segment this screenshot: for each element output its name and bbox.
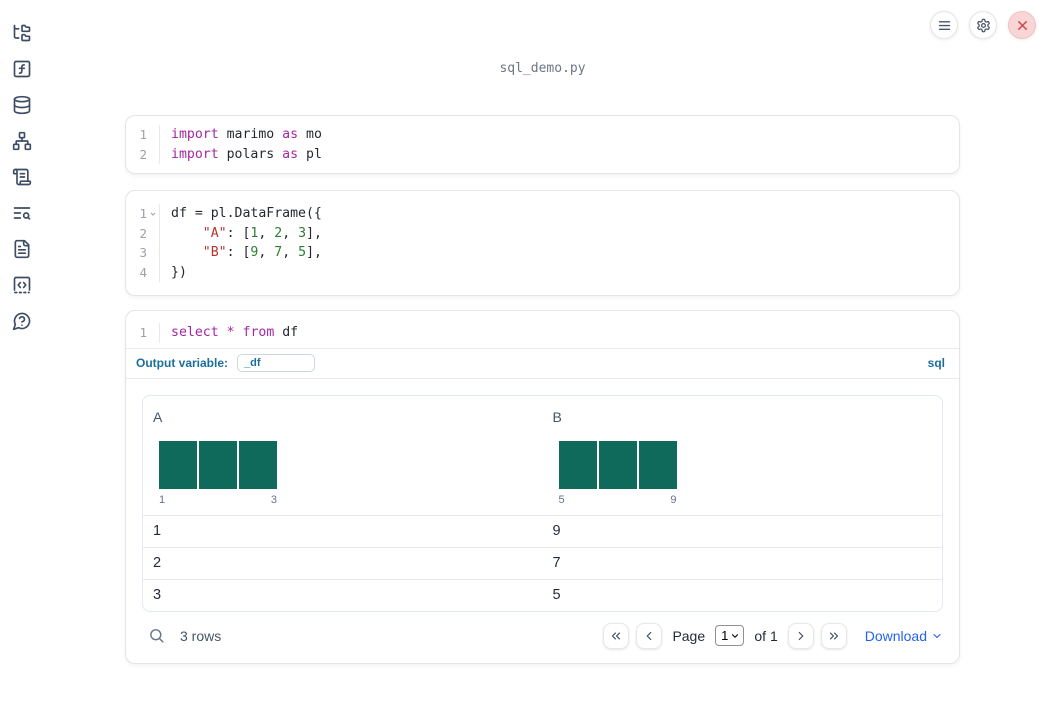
first-page-button[interactable] [603,622,630,649]
histogram-bar[interactable] [239,440,277,489]
sql-cell-footer: Output variable: _df sql [126,347,959,379]
table-cell: 9 [552,522,561,539]
page-label: Page [672,627,706,644]
histogram-bar[interactable] [159,440,197,489]
code-cell-dataframe[interactable]: 1 df = pl.DataFrame({2 "A": [1, 2, 3], 3 "… [125,190,960,296]
histogram-bar[interactable] [638,440,677,489]
table-footer: 3 rows Page 1 of 1 Download [142,612,943,663]
code-line[interactable]: 4}) [126,262,959,282]
code-line[interactable]: 2 "A": [1, 2, 3], [126,223,959,243]
cell-output: A13B59 192735 3 rows Page 1 of 1 Downloa… [126,379,959,663]
code-cell-imports[interactable]: 1 import marimo as mo 2 import polars as pl [125,115,960,174]
gear-icon [976,18,991,33]
previous-page-button[interactable] [636,622,663,649]
column-header[interactable]: A [153,409,543,425]
row-count: 3 rows [180,627,222,644]
column-header[interactable]: B [553,409,943,425]
file-tree-icon[interactable] [12,23,32,43]
chevrons-left-icon [609,629,623,643]
dependency-graph-icon[interactable] [12,131,32,151]
output-variable-label: Output variable: [136,355,229,370]
page-select-value: 1 [721,628,729,643]
line-number-gutter: 1 [126,125,160,145]
code-line[interactable]: 1 df = pl.DataFrame({ [126,204,959,224]
search-icon[interactable] [148,627,165,644]
histogram-bar[interactable] [558,440,597,489]
last-page-button[interactable] [820,622,847,649]
chevron-down-icon [730,631,740,641]
code-line[interactable]: 3 "B": [9, 7, 5], [126,243,959,263]
line-number-gutter: 2 [126,223,160,243]
code-line[interactable]: 1 select * from df [126,323,959,343]
download-button[interactable]: Download [865,628,943,644]
table-cell: 7 [552,554,561,571]
download-label: Download [864,627,927,644]
notebook-filename: sql_demo.py [499,61,586,76]
chevron-left-icon [642,629,656,643]
line-number-gutter: 3 [126,243,160,263]
line-number-gutter: 1 [126,323,160,343]
chevron-right-icon [794,629,808,643]
close-button[interactable] [1008,11,1036,39]
output-variable-input[interactable]: _df [237,353,316,372]
table-row[interactable]: 35 [143,578,942,611]
table-header: A 13 B 59 [143,396,942,516]
table-row[interactable]: 27 [143,546,942,579]
sql-cell: 1 select * from df Output variable: _df s… [125,310,960,664]
table-row[interactable]: 19 [143,516,942,547]
function-icon[interactable] [12,59,32,79]
language-badge: sql [927,355,945,370]
document-icon[interactable] [12,239,32,259]
histogram-axis-labels: 59 [558,493,677,506]
logs-icon[interactable] [12,167,32,187]
table-cell: 3 [153,586,162,603]
code-line[interactable]: 1 import marimo as mo [126,125,959,145]
next-page-button[interactable] [787,622,814,649]
table-cell: 2 [153,554,162,571]
table-cell: 1 [153,522,162,539]
close-icon [1015,18,1030,33]
text-search-icon[interactable] [12,203,32,223]
column-histogram: 59 [558,440,677,506]
code-editor[interactable]: 1 df = pl.DataFrame({2 "A": [1, 2, 3], 3 "… [126,191,959,295]
settings-button[interactable] [969,11,997,39]
page-of-label: of 1 [754,627,778,644]
database-icon[interactable] [12,95,32,115]
column-histogram: 13 [159,440,277,506]
line-number-gutter: 1 [126,204,160,224]
chevrons-right-icon [827,629,841,643]
table-body: 192735 [143,516,942,611]
line-number-gutter: 2 [126,144,160,164]
code-line[interactable]: 2 import polars as pl [126,144,959,164]
dataframe-table: A13B59 192735 [142,394,943,612]
helper-panel-sidebar [0,0,44,713]
snippets-icon[interactable] [12,275,32,295]
chevron-down-icon [931,630,943,642]
code-editor[interactable]: 1 import marimo as mo 2 import polars as pl [126,116,959,173]
histogram-axis-labels: 13 [159,493,277,506]
page-select[interactable]: 1 [715,625,745,646]
notebook-area: sql_demo.py 1 import marimo as mo 2 import … [125,0,960,713]
help-icon[interactable] [12,311,32,331]
line-number-gutter: 4 [126,262,160,282]
histogram-bar[interactable] [598,440,637,489]
sql-editor[interactable]: 1 select * from df [126,311,959,348]
fold-chevron-icon[interactable] [147,210,159,218]
histogram-bar[interactable] [199,440,237,489]
table-cell: 5 [552,586,561,603]
